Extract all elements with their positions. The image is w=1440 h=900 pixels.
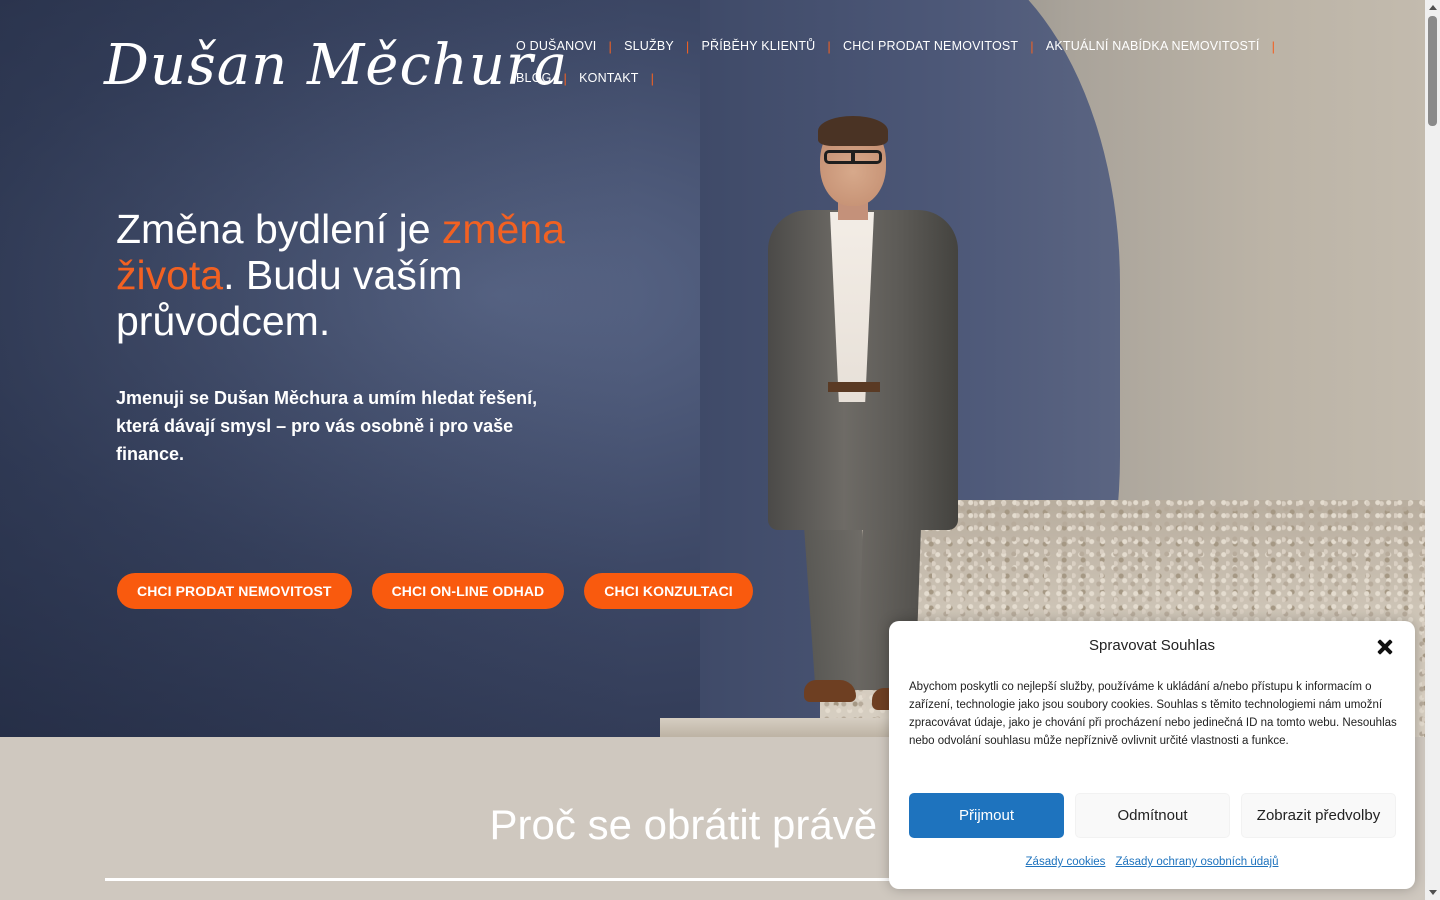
- cookie-button-group: Přijmout Odmítnout Zobrazit předvolby: [909, 793, 1396, 838]
- nav-link-sluzby[interactable]: Služby: [624, 39, 674, 53]
- view-preferences-button[interactable]: Zobrazit předvolby: [1241, 793, 1396, 838]
- cookie-policy-link[interactable]: Zásady cookies: [1026, 856, 1106, 868]
- scroll-down-arrow-icon[interactable]: [1429, 890, 1437, 895]
- cta-consultation-button[interactable]: CHCI KONZULTACI: [584, 573, 753, 609]
- cookie-dialog-text: Abychom poskytli co nejlepší služby, pou…: [909, 681, 1397, 747]
- headline-part: Změna bydlení je: [116, 206, 442, 252]
- privacy-policy-link[interactable]: Zásady ochrany osobních údajů: [1115, 856, 1278, 868]
- nav-separator: |: [563, 70, 568, 86]
- site-logo[interactable]: Dušan Měchura: [104, 34, 567, 98]
- cta-online-estimate-button[interactable]: CHCI ON-LINE ODHAD: [371, 573, 565, 609]
- hero-headline: Změna bydlení je změna života. Budu vaší…: [116, 206, 576, 344]
- accept-cookies-button[interactable]: Přijmout: [909, 793, 1064, 838]
- nav-separator: |: [608, 38, 613, 54]
- nav-link-aktualni-nabidka[interactable]: Aktuální nabídka nemovitostí: [1046, 39, 1260, 53]
- nav-separator: |: [650, 70, 655, 86]
- cookie-dialog-title: Spravovat Souhlas: [1089, 637, 1215, 654]
- nav-link-kontakt[interactable]: Kontakt: [579, 71, 639, 85]
- nav-item-pribehy-klientu: Příběhy klientů |: [701, 36, 843, 56]
- nav-link-o-dusanovi[interactable]: O Dušanovi: [516, 39, 597, 53]
- close-icon[interactable]: [1373, 635, 1397, 659]
- nav-link-blog[interactable]: Blog: [516, 71, 552, 85]
- glasses: [824, 150, 882, 164]
- nav-separator: |: [1271, 38, 1276, 54]
- deny-cookies-button[interactable]: Odmítnout: [1075, 793, 1230, 838]
- nav-link-chci-prodat[interactable]: Chci prodat nemovitost: [843, 39, 1018, 53]
- nav-item-sluzby: Služby |: [624, 36, 701, 56]
- nav-link-pribehy-klientu[interactable]: Příběhy klientů: [701, 39, 815, 53]
- main-nav: O Dušanovi | Služby | Příběhy klientů | Chc…: [516, 36, 1306, 88]
- scroll-up-arrow-icon[interactable]: [1429, 5, 1437, 10]
- cta-sell-property-button[interactable]: CHCI PRODAT NEMOVITOST: [117, 573, 352, 609]
- scrollbar-thumb[interactable]: [1428, 16, 1437, 126]
- hero-cta-group: CHCI PRODAT NEMOVITOST CHCI ON-LINE ODHA…: [117, 573, 753, 609]
- nav-separator: |: [1030, 38, 1034, 54]
- cookie-policy-links: Zásady cookies Zásady ochrany osobních ú…: [889, 856, 1415, 868]
- nav-item-aktualni-nabidka: Aktuální nabídka nemovitostí |: [1046, 36, 1287, 56]
- page-scrollbar[interactable]: [1425, 0, 1440, 900]
- nav-item-o-dusanovi: O Dušanovi |: [516, 36, 624, 56]
- nav-item-blog: Blog |: [516, 68, 579, 88]
- nav-item-chci-prodat: Chci prodat nemovitost |: [843, 36, 1046, 56]
- nav-separator: |: [827, 38, 831, 54]
- nav-item-kontakt: Kontakt |: [579, 68, 666, 88]
- cookie-consent-dialog: Spravovat Souhlas Abychom poskytli co ne…: [889, 621, 1415, 889]
- nav-separator: |: [685, 38, 690, 54]
- hero-intro: Jmenuji se Dušan Měchura a umím hledat ř…: [116, 388, 538, 464]
